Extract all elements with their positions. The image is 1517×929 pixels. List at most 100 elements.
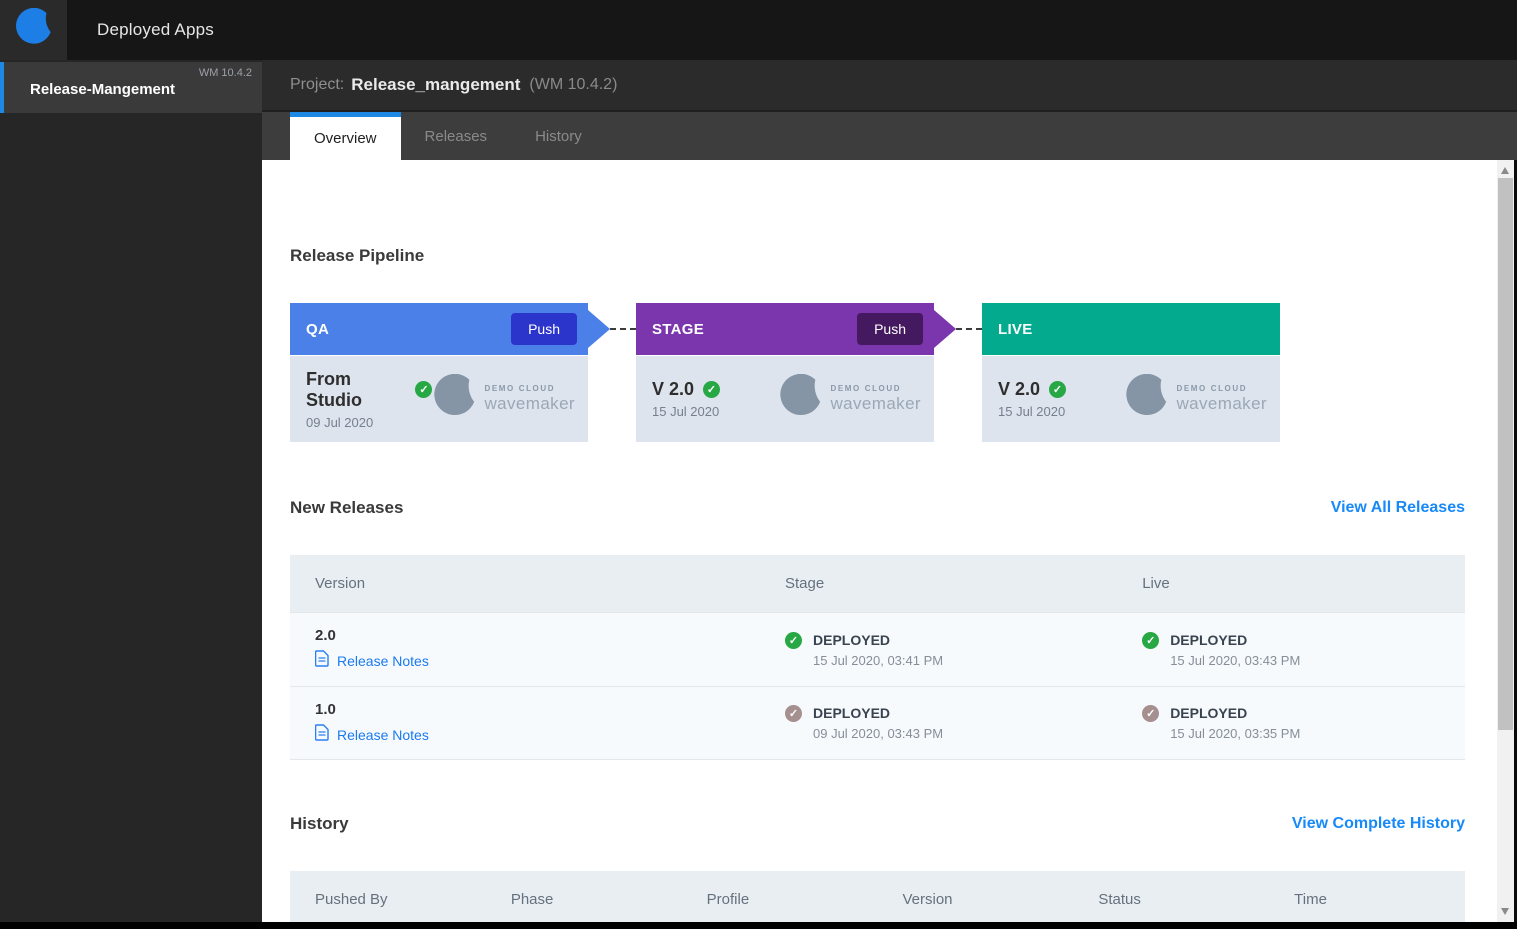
qa-connector-dots — [610, 328, 636, 330]
sidebar: WM 10.4.2 Release-Mangement — [0, 60, 262, 922]
qa-push-button[interactable]: Push — [511, 313, 577, 345]
table-row: 2.0 Release Notes DEPLOYED 15 Jul 2020, … — [290, 612, 1465, 686]
check-circle-icon — [1142, 705, 1160, 722]
live-time: 15 Jul 2020, 03:35 PM — [1170, 726, 1301, 741]
live-date: 15 Jul 2020 — [998, 404, 1066, 419]
release-pipeline: QA Push From Studio 09 Jul 2020 — [290, 303, 1465, 442]
qa-stage-name: QA — [306, 320, 330, 338]
project-header: Project: Release_mangement (WM 10.4.2) — [262, 60, 1517, 110]
new-releases-table: Version Stage Live 2.0 Release Notes ✓ D… — [290, 555, 1465, 760]
live-time: 15 Jul 2020, 03:43 PM — [1170, 652, 1301, 668]
tab-history[interactable]: History — [511, 112, 606, 160]
overview-content: Release Pipeline QA Push From Studio ✓ 0… — [262, 160, 1497, 922]
history-table: Pushed By Phase Profile Version Status T… — [290, 871, 1465, 922]
stage-version-label: V 2.0 — [652, 379, 695, 399]
column-phase: Phase — [510, 891, 554, 908]
project-version: (WM 10.4.2) — [529, 76, 618, 93]
demo-cloud-label: DEMO CLOUD — [1176, 384, 1248, 393]
stage-connector-dots — [956, 328, 982, 330]
scroll-down-icon[interactable] — [1501, 908, 1509, 915]
wavemaker-label: wavemaker — [1176, 394, 1267, 413]
pipeline-card-qa: QA Push From Studio 09 Jul 2020 — [290, 303, 636, 442]
tab-bar: Overview Releases History — [262, 110, 1517, 160]
page-title: Deployed Apps — [97, 20, 214, 39]
qa-card-body: From Studio 09 Jul 2020 DEMO CLOUD wavem… — [290, 356, 588, 442]
project-wm-version: WM 10.4.2 — [198, 67, 252, 79]
stage-card-header: STAGE Push — [636, 303, 934, 355]
qa-date: 09 Jul 2020 — [306, 414, 374, 430]
stage-date: 15 Jul 2020 — [652, 404, 720, 419]
scrollbar-thumb[interactable] — [1498, 178, 1513, 730]
wavemaker-wave-icon — [1124, 373, 1170, 425]
qa-arrow-icon — [588, 310, 610, 348]
demo-cloud-logo: DEMO CLOUD wavemaker — [1124, 373, 1267, 425]
history-table-header: Pushed By Phase Profile Version Status T… — [290, 871, 1465, 922]
check-circle-icon — [703, 381, 721, 398]
vertical-scrollbar[interactable] — [1497, 160, 1514, 922]
column-live: Live — [1142, 575, 1170, 592]
release-notes-link[interactable]: Release Notes — [337, 727, 429, 743]
demo-cloud-label: DEMO CLOUD — [484, 384, 556, 393]
sidebar-item-release-mangement[interactable]: WM 10.4.2 Release-Mangement — [0, 62, 262, 113]
tab-overview[interactable]: Overview — [290, 112, 401, 160]
wavemaker-logo-icon — [14, 7, 54, 53]
sidebar-item-label: Release-Mangement — [30, 80, 176, 98]
wavemaker-wave-icon — [432, 373, 478, 425]
topbar: Deployed Apps — [0, 0, 1517, 60]
release-notes-link[interactable]: Release Notes — [337, 653, 429, 669]
column-pushed-by: Pushed By — [315, 891, 388, 908]
stage-push-button[interactable]: Push — [857, 313, 923, 345]
check-circle-icon — [785, 705, 802, 722]
column-profile: Profile — [706, 891, 750, 908]
check-circle-icon — [785, 631, 802, 649]
stage-stage-name: STAGE — [652, 320, 705, 338]
stage-time: 09 Jul 2020, 03:43 PM — [813, 726, 944, 741]
column-version: Version — [902, 891, 953, 908]
version-number: 1.0 — [315, 700, 336, 718]
stage-time: 15 Jul 2020, 03:41 PM — [813, 652, 944, 668]
stage-card-body: V 2.0 15 Jul 2020 DEMO CLOUD wavemaker — [636, 356, 934, 442]
version-number: 2.0 — [315, 627, 336, 644]
pipeline-card-stage: STAGE Push V 2.0 15 Jul 2020 — [636, 303, 982, 442]
check-circle-icon — [415, 381, 433, 398]
scroll-up-icon[interactable] — [1501, 167, 1509, 174]
wavemaker-label: wavemaker — [830, 394, 921, 413]
wavemaker-wave-icon — [778, 373, 824, 425]
column-time: Time — [1294, 891, 1327, 908]
view-complete-history-link[interactable]: View Complete History — [1292, 815, 1465, 833]
live-status: DEPLOYED — [1170, 705, 1248, 721]
document-icon — [314, 650, 329, 672]
window-bottom-border — [0, 922, 1517, 929]
column-stage: Stage — [785, 575, 825, 592]
live-card-header: LIVE — [982, 303, 1280, 355]
demo-cloud-logo: DEMO CLOUD wavemaker — [778, 373, 921, 425]
wavemaker-label: wavemaker — [484, 394, 575, 413]
qa-version-label: From Studio — [306, 368, 362, 410]
live-card-body: V 2.0 15 Jul 2020 DEMO CLOUD wavemaker — [982, 356, 1280, 442]
view-all-releases-link[interactable]: View All Releases — [1331, 499, 1465, 517]
column-status: Status — [1098, 891, 1141, 908]
history-heading: History — [290, 814, 349, 833]
pipeline-card-live: LIVE V 2.0 15 Jul 2020 — [982, 303, 1280, 442]
check-circle-icon — [1049, 381, 1067, 398]
project-label: Project: — [290, 76, 345, 93]
app-window: Deployed Apps WM 10.4.2 Release-Mangemen… — [0, 0, 1517, 929]
live-status: DEPLOYED — [1170, 631, 1248, 648]
wavemaker-home-button[interactable] — [0, 0, 67, 60]
live-stage-name: LIVE — [998, 320, 1033, 338]
tab-releases[interactable]: Releases — [401, 112, 512, 160]
new-releases-table-header: Version Stage Live — [290, 555, 1465, 612]
check-circle-icon — [1142, 631, 1160, 649]
stage-status: DEPLOYED — [813, 631, 891, 648]
project-name: Release_mangement — [351, 75, 521, 94]
release-pipeline-heading: Release Pipeline — [290, 246, 425, 265]
demo-cloud-logo: DEMO CLOUD wavemaker — [432, 373, 575, 425]
column-version: Version — [315, 575, 366, 592]
stage-status: DEPLOYED — [813, 705, 891, 721]
new-releases-heading: New Releases — [290, 498, 404, 517]
qa-card-header: QA Push — [290, 303, 588, 355]
live-version-label: V 2.0 — [998, 379, 1041, 399]
table-row: 1.0 Release Notes DEPLOYED 09 Jul 2020, … — [290, 686, 1465, 760]
stage-arrow-icon — [934, 310, 956, 348]
demo-cloud-label: DEMO CLOUD — [830, 384, 902, 393]
